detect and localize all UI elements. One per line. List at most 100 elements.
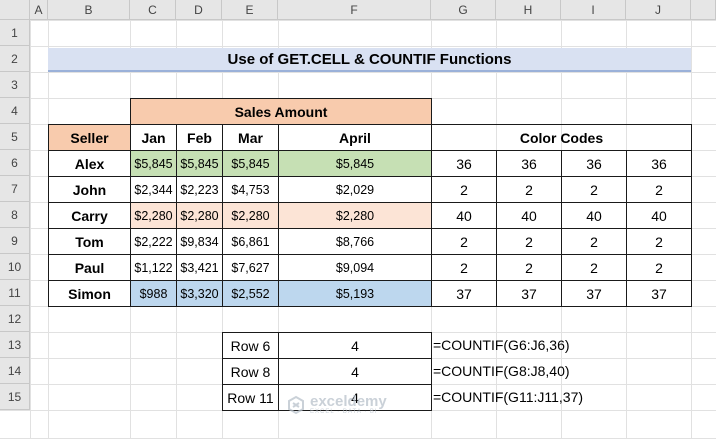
sales-value[interactable]: $2,222	[130, 228, 177, 255]
color-code-value[interactable]: 36	[431, 150, 497, 177]
color-code-value[interactable]: 37	[496, 280, 562, 307]
sales-value[interactable]: $8,766	[278, 228, 432, 255]
row-header-13[interactable]: 13	[0, 332, 30, 358]
row-header-4[interactable]: 4	[0, 98, 30, 124]
select-all-corner[interactable]	[0, 0, 30, 20]
column-header-blank	[691, 0, 716, 20]
sales-value[interactable]: $2,029	[278, 176, 432, 203]
month-header: Jan	[130, 124, 177, 151]
sales-value[interactable]: $988	[130, 280, 177, 307]
seller-name: Simon	[48, 280, 131, 307]
color-code-value[interactable]: 36	[496, 150, 562, 177]
sales-value[interactable]: $2,552	[222, 280, 279, 307]
column-header-e[interactable]: E	[222, 0, 278, 20]
color-code-value[interactable]: 37	[431, 280, 497, 307]
summary-row-label: Row 11	[222, 384, 279, 411]
summary-formula-text: =COUNTIF(G8:J8,40)	[433, 363, 570, 379]
column-header-a[interactable]: A	[30, 0, 48, 20]
gridline-horizontal	[0, 72, 716, 73]
color-code-value[interactable]: 40	[626, 202, 692, 229]
row-header-15[interactable]: 15	[0, 384, 30, 410]
sales-value[interactable]: $5,845	[176, 150, 223, 177]
color-code-value[interactable]: 40	[496, 202, 562, 229]
color-code-value[interactable]: 2	[626, 176, 692, 203]
column-header-i[interactable]: I	[561, 0, 626, 20]
column-header-f[interactable]: F	[278, 0, 431, 20]
color-code-value[interactable]: 2	[431, 228, 497, 255]
seller-header: Seller	[48, 124, 131, 151]
color-code-value[interactable]: 36	[561, 150, 627, 177]
sales-value[interactable]: $2,280	[222, 202, 279, 229]
gridline-horizontal	[0, 46, 716, 47]
sales-value[interactable]: $7,627	[222, 254, 279, 281]
sales-value[interactable]: $2,223	[176, 176, 223, 203]
color-code-value[interactable]: 2	[561, 228, 627, 255]
month-header: Mar	[222, 124, 279, 151]
seller-name: Alex	[48, 150, 131, 177]
sales-value[interactable]: $2,280	[278, 202, 432, 229]
seller-name: Tom	[48, 228, 131, 255]
row-header-8[interactable]: 8	[0, 202, 30, 228]
color-code-value[interactable]: 40	[561, 202, 627, 229]
summary-count-value[interactable]: 4	[278, 358, 432, 385]
summary-count-value[interactable]: 4	[278, 384, 432, 411]
color-code-value[interactable]: 37	[626, 280, 692, 307]
gridline-vertical	[30, 0, 31, 438]
color-codes-header: Color Codes	[431, 124, 692, 151]
gridline-horizontal	[0, 20, 716, 21]
seller-name: John	[48, 176, 131, 203]
sales-value[interactable]: $5,845	[222, 150, 279, 177]
seller-name: Paul	[48, 254, 131, 281]
color-code-value[interactable]: 2	[496, 254, 562, 281]
sales-value[interactable]: $9,094	[278, 254, 432, 281]
summary-row-label: Row 8	[222, 358, 279, 385]
sheet-title: Use of GET.CELL & COUNTIF Functions	[48, 48, 691, 72]
color-code-value[interactable]: 2	[431, 176, 497, 203]
sales-value[interactable]: $5,845	[130, 150, 177, 177]
row-header-2[interactable]: 2	[0, 46, 30, 72]
sales-value[interactable]: $5,845	[278, 150, 432, 177]
column-header-h[interactable]: H	[496, 0, 561, 20]
summary-count-value[interactable]: 4	[278, 332, 432, 359]
summary-row-label: Row 6	[222, 332, 279, 359]
column-header-d[interactable]: D	[176, 0, 222, 20]
row-header-10[interactable]: 10	[0, 254, 30, 280]
month-header: Feb	[176, 124, 223, 151]
sales-value[interactable]: $2,280	[176, 202, 223, 229]
row-header-12[interactable]: 12	[0, 306, 30, 332]
sales-value[interactable]: $5,193	[278, 280, 432, 307]
sales-value[interactable]: $6,861	[222, 228, 279, 255]
color-code-value[interactable]: 2	[626, 228, 692, 255]
row-header-6[interactable]: 6	[0, 150, 30, 176]
column-header-g[interactable]: G	[431, 0, 496, 20]
color-code-value[interactable]: 2	[496, 228, 562, 255]
spreadsheet-grid: A B C D E F G H I J 1 2 3 4 5 6 7 8 9 10 11 12 13 14 15 Use of GE…	[0, 0, 716, 439]
column-header-c[interactable]: C	[130, 0, 176, 20]
row-header-3[interactable]: 3	[0, 72, 30, 98]
color-code-value[interactable]: 2	[561, 176, 627, 203]
row-header-5[interactable]: 5	[0, 124, 30, 150]
sales-value[interactable]: $9,834	[176, 228, 223, 255]
sales-value[interactable]: $3,421	[176, 254, 223, 281]
column-header-b[interactable]: B	[48, 0, 130, 20]
row-header-1[interactable]: 1	[0, 20, 30, 46]
color-code-value[interactable]: 2	[496, 176, 562, 203]
color-code-value[interactable]: 37	[561, 280, 627, 307]
color-code-value[interactable]: 2	[561, 254, 627, 281]
sales-value[interactable]: $2,344	[130, 176, 177, 203]
sales-value[interactable]: $4,753	[222, 176, 279, 203]
row-header-7[interactable]: 7	[0, 176, 30, 202]
color-code-value[interactable]: 40	[431, 202, 497, 229]
row-header-9[interactable]: 9	[0, 228, 30, 254]
sales-value[interactable]: $1,122	[130, 254, 177, 281]
row-header-11[interactable]: 11	[0, 280, 30, 306]
sales-value[interactable]: $2,280	[130, 202, 177, 229]
color-code-value[interactable]: 2	[626, 254, 692, 281]
summary-formula-text: =COUNTIF(G6:J6,36)	[433, 337, 570, 353]
month-header: April	[278, 124, 432, 151]
column-header-j[interactable]: J	[626, 0, 691, 20]
color-code-value[interactable]: 2	[431, 254, 497, 281]
color-code-value[interactable]: 36	[626, 150, 692, 177]
sales-value[interactable]: $3,320	[176, 280, 223, 307]
row-header-14[interactable]: 14	[0, 358, 30, 384]
